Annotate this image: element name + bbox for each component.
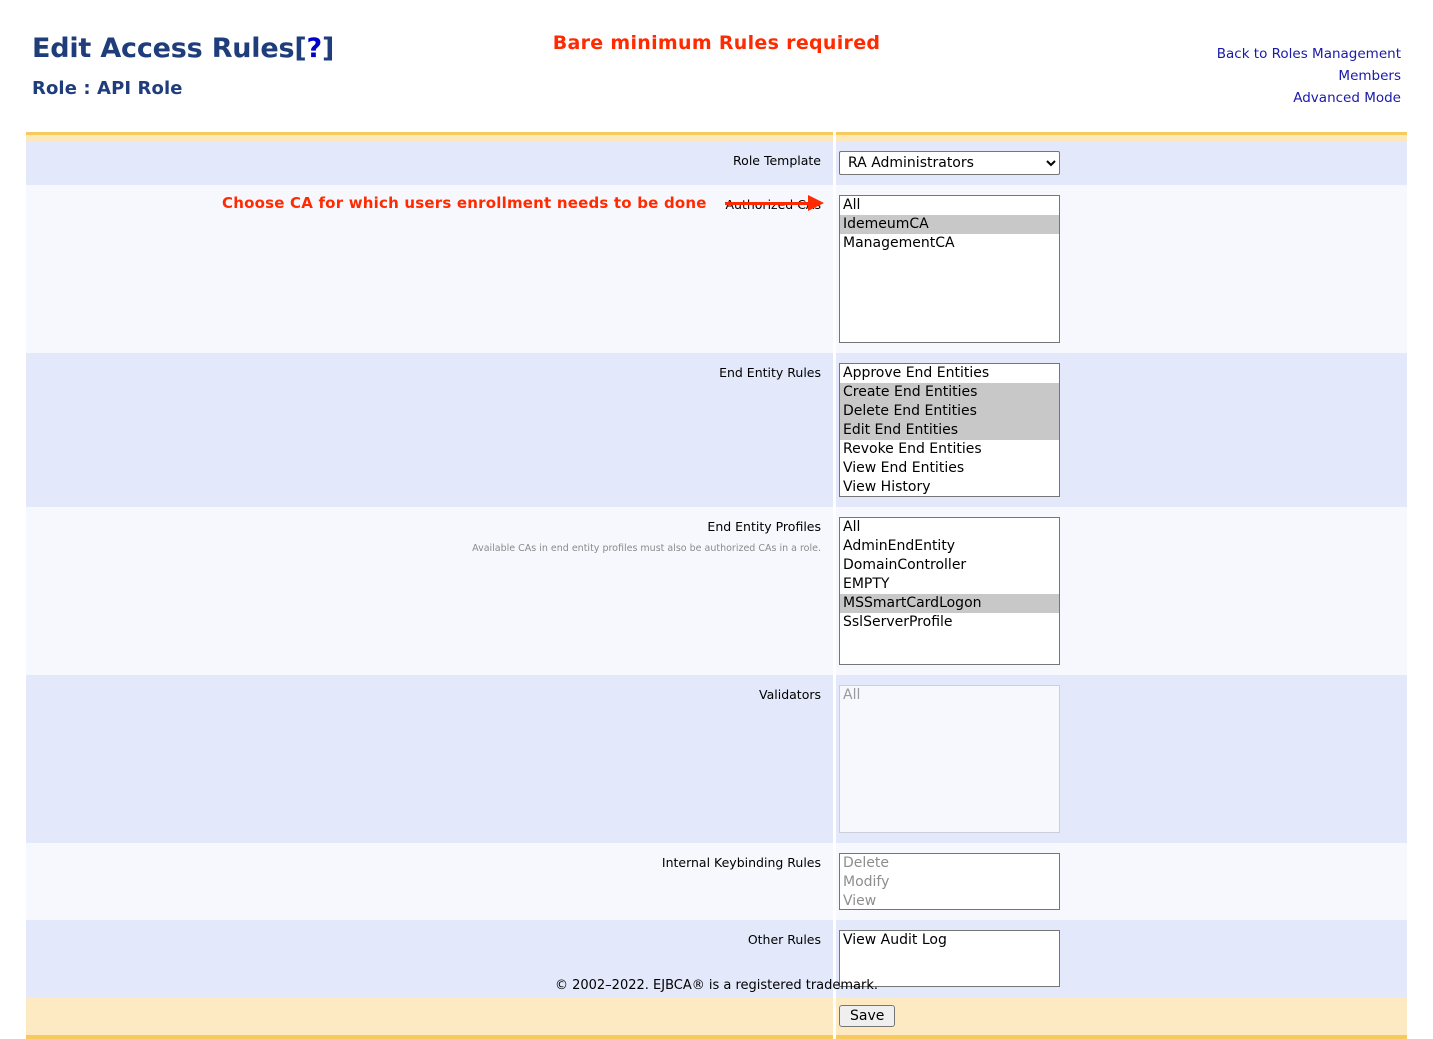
field-end-entity-profiles: All AdminEndEntity DomainController EMPT…: [836, 507, 1407, 675]
form-top-bar: [26, 132, 1407, 141]
list-item[interactable]: Edit End Entities: [840, 421, 1059, 440]
field-authorized-cas: All IdemeumCA ManagementCA: [836, 185, 1407, 353]
row-end-entity-rules: End Entity Rules Approve End Entities Cr…: [26, 353, 1407, 507]
label-internal-keybinding-rules: Internal Keybinding Rules: [26, 843, 833, 920]
list-item[interactable]: IdemeumCA: [840, 215, 1059, 234]
internal-keybinding-rules-listbox[interactable]: Delete Modify View: [839, 853, 1060, 910]
field-end-entity-rules: Approve End Entities Create End Entities…: [836, 353, 1407, 507]
list-item[interactable]: EMPTY: [840, 575, 1059, 594]
label-authorized-cas: Authorized CAs: [26, 185, 833, 353]
access-rules-form: Role Template RA Administrators Authoriz…: [26, 132, 1407, 1039]
list-item[interactable]: View End Entities: [840, 459, 1059, 478]
list-item[interactable]: View: [840, 892, 1059, 909]
list-item: All: [843, 687, 861, 703]
end-entity-rules-listbox[interactable]: Approve End Entities Create End Entities…: [839, 363, 1060, 497]
list-item[interactable]: AdminEndEntity: [840, 537, 1059, 556]
label-role-template: Role Template: [26, 141, 833, 185]
label-end-entity-rules: End Entity Rules: [26, 353, 833, 507]
role-subtitle: Role : API Role: [32, 77, 183, 99]
list-item[interactable]: Delete End Entities: [840, 402, 1059, 421]
list-item[interactable]: Delete: [840, 854, 1059, 873]
page-header: Edit Access Rules[?] Role : API Role Bar…: [0, 0, 1433, 128]
role-template-select[interactable]: RA Administrators: [839, 151, 1060, 175]
save-row-spacer: [26, 997, 833, 1039]
list-item[interactable]: Approve End Entities: [840, 364, 1059, 383]
link-advanced-mode[interactable]: Advanced Mode: [1217, 87, 1401, 109]
list-item[interactable]: View History: [840, 478, 1059, 496]
row-role-template: Role Template RA Administrators: [26, 141, 1407, 185]
row-save: Save: [26, 997, 1407, 1039]
list-item[interactable]: DomainController: [840, 556, 1059, 575]
row-authorized-cas: Authorized CAs All IdemeumCA ManagementC…: [26, 185, 1407, 353]
footer-copyright: © 2002–2022. EJBCA® is a registered trad…: [554, 978, 879, 993]
list-item[interactable]: Modify: [840, 873, 1059, 892]
row-validators: Validators All: [26, 675, 1407, 843]
label-validators: Validators: [26, 675, 833, 843]
list-item[interactable]: Revoke End Entities: [840, 440, 1059, 459]
validators-listbox: All: [839, 685, 1060, 833]
field-internal-keybinding-rules: Delete Modify View: [836, 843, 1407, 920]
list-item[interactable]: Create End Entities: [840, 383, 1059, 402]
end-entity-profiles-listbox[interactable]: All AdminEndEntity DomainController EMPT…: [839, 517, 1060, 665]
list-item[interactable]: All: [840, 196, 1059, 215]
list-item[interactable]: SslServerProfile: [840, 613, 1059, 632]
list-item[interactable]: View Audit Log: [840, 931, 1059, 950]
field-validators: All: [836, 675, 1407, 843]
row-end-entity-profiles: End Entity Profiles Available CAs in end…: [26, 507, 1407, 675]
list-item[interactable]: All: [840, 518, 1059, 537]
list-item[interactable]: ManagementCA: [840, 234, 1059, 253]
save-button[interactable]: Save: [839, 1005, 896, 1027]
row-internal-keybinding-rules: Internal Keybinding Rules Delete Modify …: [26, 843, 1407, 920]
label-end-entity-profiles-text: End Entity Profiles: [707, 519, 821, 534]
header-links: Back to Roles Management Members Advance…: [1217, 43, 1401, 109]
link-back-to-roles-management[interactable]: Back to Roles Management: [1217, 43, 1401, 65]
link-members[interactable]: Members: [1217, 65, 1401, 87]
label-end-entity-profiles-hint: Available CAs in end entity profiles mus…: [472, 543, 821, 554]
field-save: Save: [836, 997, 1407, 1039]
authorized-cas-listbox[interactable]: All IdemeumCA ManagementCA: [839, 195, 1060, 343]
label-end-entity-profiles: End Entity Profiles Available CAs in end…: [26, 507, 833, 675]
list-item[interactable]: MSSmartCardLogon: [840, 594, 1059, 613]
field-role-template: RA Administrators: [836, 141, 1407, 185]
